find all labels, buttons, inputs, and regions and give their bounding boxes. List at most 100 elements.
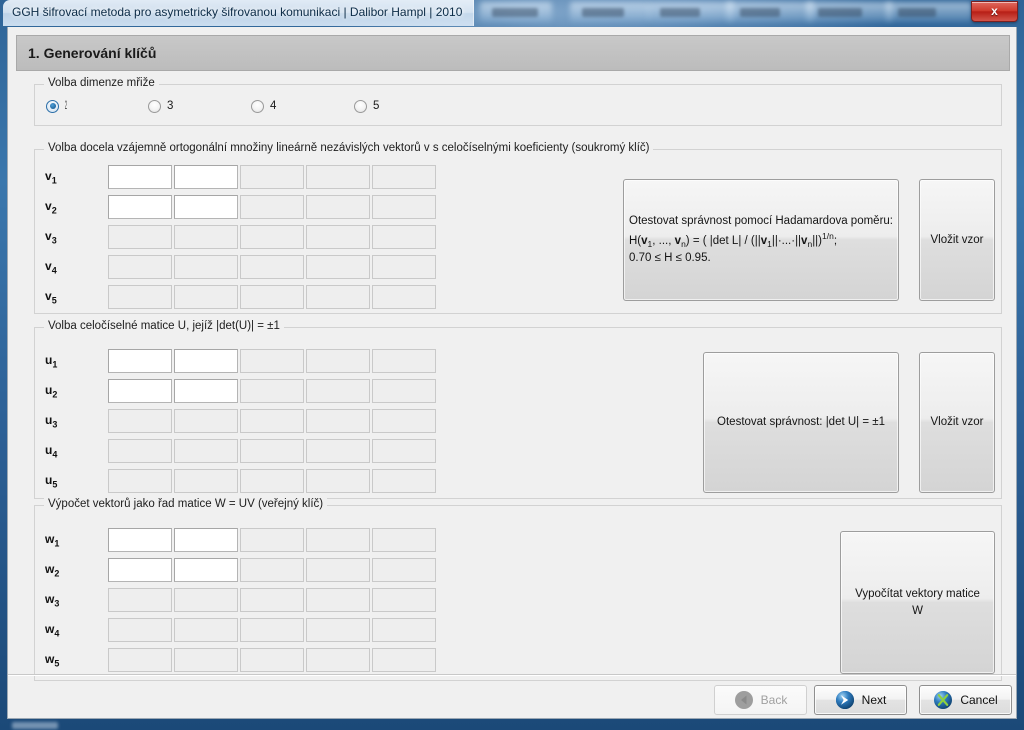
test-determinant-button[interactable]: Otestovat správnost: |det U| = ±1	[703, 352, 899, 493]
w-cell-4-1	[108, 618, 172, 642]
hadamard-line-3: 0.70 ≤ H ≤ 0.95.	[629, 252, 711, 265]
u-cell-2-2[interactable]	[174, 379, 238, 403]
v-cell-3-2	[174, 225, 238, 249]
w-row-label-2: w2	[45, 562, 60, 579]
w-cell-2-2[interactable]	[174, 558, 238, 582]
hadamard-line-1: Otestovat správnost pomocí Hadamardova p…	[629, 215, 893, 228]
u-cell-3-1	[108, 409, 172, 433]
test-hadamard-button[interactable]: Otestovat správnost pomocí Hadamardova p…	[623, 179, 899, 301]
client-area: 1. Generování klíčů Volba dimenze mřiže …	[7, 27, 1017, 719]
compute-w-label: Vypočítat vektory matice W	[855, 587, 980, 617]
v-vectors-group-legend: Volba docela vzájemně ortogonální množin…	[44, 142, 654, 154]
u-cell-2-1[interactable]	[108, 379, 172, 403]
insert-sample-v-button[interactable]: Vložit vzor	[919, 179, 995, 301]
radio-dimension-2[interactable]: 2	[46, 98, 77, 114]
v-row-label-2: v2	[45, 199, 57, 216]
w-cell-4-4	[306, 618, 370, 642]
v-row-label-3: v3	[45, 229, 57, 246]
radio-dimension-3[interactable]: 3	[148, 98, 173, 114]
u-cell-5-1	[108, 469, 172, 493]
w-row-label-4: w4	[45, 622, 60, 639]
hadamard-line-2: H(v1, ..., vn) = ( |det L| / (||v1||·...…	[629, 230, 838, 249]
v-cell-4-1	[108, 255, 172, 279]
w-cell-5-5	[372, 648, 436, 672]
u-cell-3-5	[372, 409, 436, 433]
u-cell-1-5	[372, 349, 436, 373]
v-cell-2-1[interactable]	[108, 195, 172, 219]
w-cell-1-3	[240, 528, 304, 552]
v-cell-1-1[interactable]	[108, 165, 172, 189]
radio-dimension-3-label: 3	[167, 100, 174, 112]
w-cell-3-1	[108, 588, 172, 612]
v-row-label-1: v1	[45, 169, 57, 186]
v-cell-5-3	[240, 285, 304, 309]
u-cell-1-2[interactable]	[174, 349, 238, 373]
radio-dimension-2-label: 2	[65, 100, 67, 112]
u-cell-1-4	[306, 349, 370, 373]
w-cell-1-2[interactable]	[174, 528, 238, 552]
dimension-group: Volba dimenze mřiže 2 3 4 5	[34, 77, 1002, 126]
radio-dimension-5[interactable]: 5	[354, 98, 379, 114]
u-row-label-2: u2	[45, 383, 58, 400]
w-cell-2-5	[372, 558, 436, 582]
v-cell-5-1	[108, 285, 172, 309]
window-title: GGH šifrovací metoda pro asymetricky šif…	[12, 5, 463, 19]
u-cell-2-5	[372, 379, 436, 403]
title-bar[interactable]: GGH šifrovací metoda pro asymetricky šif…	[0, 0, 1024, 27]
w-cell-1-1[interactable]	[108, 528, 172, 552]
w-cell-5-4	[306, 648, 370, 672]
v-cell-4-3	[240, 255, 304, 279]
v-vectors-group: Volba docela vzájemně ortogonální množin…	[34, 142, 1002, 314]
page-header: 1. Generování klíčů	[16, 35, 1010, 71]
radio-dot-icon	[354, 99, 367, 113]
u-cell-4-3	[240, 439, 304, 463]
w-row-label-3: w3	[45, 592, 60, 609]
w-matrix-group-legend: Výpočet vektorů jako řad matice W = UV (…	[44, 498, 328, 510]
radio-dimension-5-label: 5	[373, 100, 380, 112]
cancel-button-label: Cancel	[960, 693, 998, 707]
radio-dimension-4[interactable]: 4	[251, 98, 276, 114]
back-button[interactable]: Back	[714, 685, 807, 715]
w-cell-2-4	[306, 558, 370, 582]
u-cell-4-1	[108, 439, 172, 463]
next-button-label: Next	[861, 693, 887, 707]
insert-sample-u-button[interactable]: Vložit vzor	[919, 352, 995, 493]
v-row-label-5: v5	[45, 289, 57, 306]
u-cell-1-3	[240, 349, 304, 373]
u-cell-3-3	[240, 409, 304, 433]
page-title: 1. Generování klíčů	[28, 45, 157, 61]
footer-separator	[8, 674, 1016, 676]
v-cell-4-4	[306, 255, 370, 279]
w-cell-1-4	[306, 528, 370, 552]
compute-w-button[interactable]: Vypočítat vektory matice W	[840, 531, 995, 674]
w-cell-5-3	[240, 648, 304, 672]
w-cell-3-2	[174, 588, 238, 612]
v-cell-3-1	[108, 225, 172, 249]
v-cell-1-2[interactable]	[174, 165, 238, 189]
u-cell-4-2	[174, 439, 238, 463]
insert-sample-u-label: Vložit vzor	[930, 416, 984, 429]
radio-dot-icon	[148, 99, 161, 113]
u-cell-1-1[interactable]	[108, 349, 172, 373]
radio-dimension-4-label: 4	[270, 100, 277, 112]
close-button[interactable]: x	[971, 1, 1018, 22]
w-row-label-1: w1	[45, 532, 60, 549]
w-cell-2-3	[240, 558, 304, 582]
v-cell-2-3	[240, 195, 304, 219]
v-cell-2-2[interactable]	[174, 195, 238, 219]
u-cell-4-5	[372, 439, 436, 463]
next-button[interactable]: Next	[814, 685, 907, 715]
w-cell-1-5	[372, 528, 436, 552]
radio-dot-icon	[251, 99, 264, 113]
v-cell-3-4	[306, 225, 370, 249]
v-cell-1-3	[240, 165, 304, 189]
u-matrix-group: Volba celočíselné matice U, jejíž |det(U…	[34, 320, 1002, 499]
w-matrix-group: Výpočet vektorů jako řad matice W = UV (…	[34, 498, 1002, 681]
u-cell-5-5	[372, 469, 436, 493]
u-cell-2-4	[306, 379, 370, 403]
cancel-button[interactable]: Cancel	[919, 685, 1012, 715]
w-cell-2-1[interactable]	[108, 558, 172, 582]
u-cell-5-3	[240, 469, 304, 493]
u-cell-3-4	[306, 409, 370, 433]
w-cell-5-2	[174, 648, 238, 672]
